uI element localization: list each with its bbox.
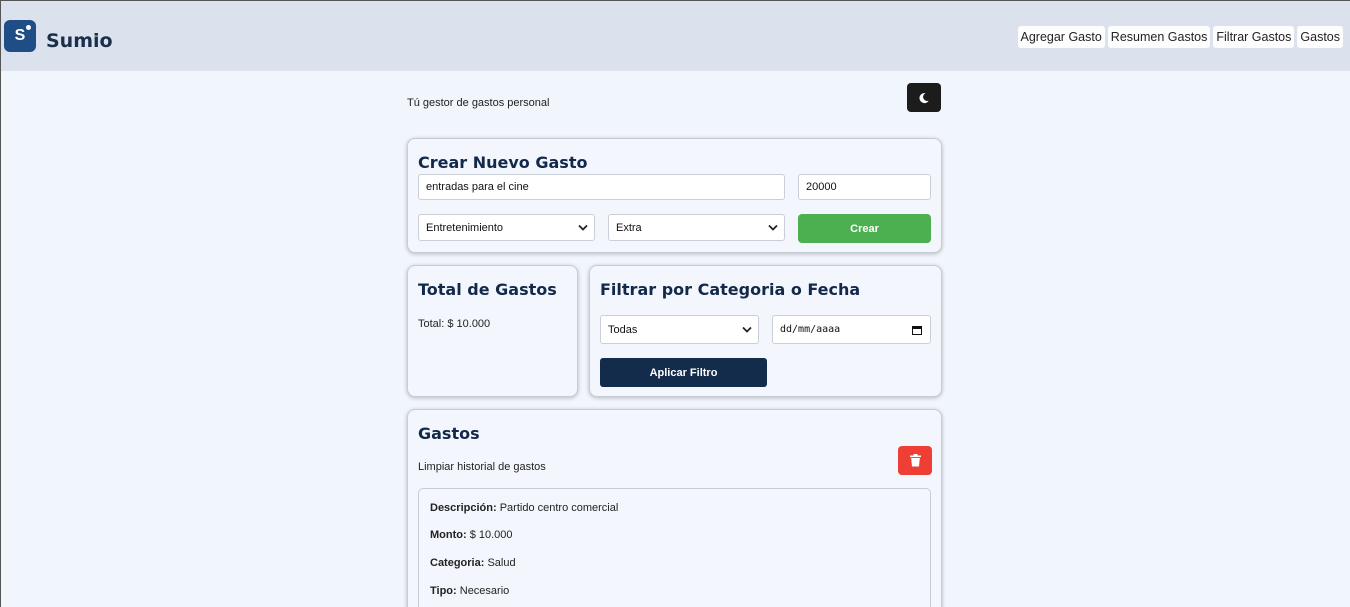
create-expense-title: Crear Nuevo Gasto — [418, 153, 588, 172]
chevron-down-icon — [578, 224, 588, 231]
amount-input[interactable]: 20000 — [798, 174, 931, 200]
nav-add-expense[interactable]: Agregar Gasto — [1017, 26, 1105, 48]
category-select[interactable]: Entretenimiento — [418, 214, 595, 241]
filter-title: Filtrar por Categoria o Fecha — [600, 280, 861, 299]
apply-filter-button[interactable]: Aplicar Filtro — [600, 358, 767, 387]
expense-description: Partido centro comercial — [499, 502, 619, 514]
total-title: Total de Gastos — [418, 280, 557, 299]
category-select-value: Entretenimiento — [426, 221, 504, 234]
type-label: Tipo: — [430, 585, 457, 597]
filter-category-value: Todas — [608, 323, 638, 336]
type-select-value: Extra — [616, 221, 642, 234]
clear-history-button[interactable] — [898, 446, 932, 475]
chevron-down-icon — [768, 224, 778, 231]
type-select[interactable]: Extra — [608, 214, 785, 241]
nav-expense-summary[interactable]: Resumen Gastos — [1107, 26, 1211, 48]
nav-expenses[interactable]: Gastos — [1297, 26, 1343, 48]
app-name: Sumio — [46, 30, 113, 52]
expense-item: Descripción: Partido centro comercial Mo… — [418, 488, 931, 607]
amount-label: Monto: — [430, 529, 467, 541]
app-logo: S — [4, 20, 36, 52]
description-label: Descripción: — [430, 502, 497, 514]
total-value: Total: $ 10.000 — [418, 318, 491, 330]
trash-icon — [909, 454, 921, 467]
clear-history-label: Limpiar historial de gastos — [418, 461, 546, 473]
category-label: Categoria: — [430, 557, 485, 569]
calendar-icon — [912, 326, 922, 335]
main-nav: Agregar Gasto Resumen Gastos Filtrar Gas… — [1017, 26, 1343, 48]
expenses-card: Gastos Limpiar historial de gastos Descr… — [407, 409, 942, 607]
expense-amount: $ 10.000 — [469, 529, 513, 541]
top-bar: S Sumio Agregar Gasto Resumen Gastos Fil… — [1, 1, 1350, 71]
expenses-title: Gastos — [418, 424, 480, 443]
chevron-down-icon — [742, 326, 752, 333]
moon-icon — [919, 92, 929, 103]
expense-type: Necesario — [459, 585, 510, 597]
filter-card: Filtrar por Categoria o Fecha Todas dd/m… — [589, 265, 942, 397]
logo-letter: S — [14, 27, 26, 44]
create-button[interactable]: Crear — [798, 214, 931, 243]
theme-toggle-button[interactable] — [907, 83, 941, 112]
filter-date-input[interactable]: dd/mm/aaaa — [772, 315, 931, 344]
description-input[interactable]: entradas para el cine — [418, 174, 785, 200]
create-expense-card: Crear Nuevo Gasto entradas para el cine … — [407, 138, 942, 253]
page-subtitle: Tú gestor de gastos personal — [407, 97, 550, 109]
nav-filter-expenses[interactable]: Filtrar Gastos — [1213, 26, 1295, 48]
date-placeholder: dd/mm/aaaa — [780, 324, 841, 335]
filter-category-select[interactable]: Todas — [600, 315, 759, 344]
expense-category: Salud — [487, 557, 516, 569]
total-card: Total de Gastos Total: $ 10.000 — [407, 265, 578, 397]
